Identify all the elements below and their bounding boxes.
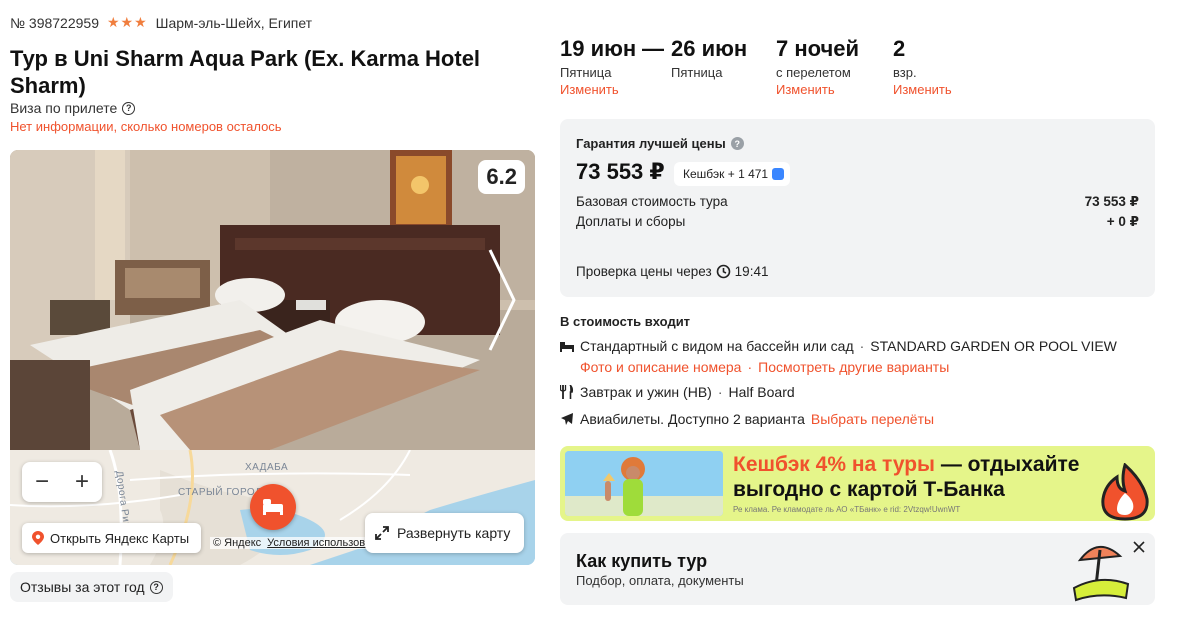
reviews-label: Отзывы за этот год xyxy=(20,579,145,595)
hotel-room-image xyxy=(10,150,535,450)
tour-number: № 398722959 xyxy=(10,14,99,31)
choose-flights-link[interactable]: Выбрать перелёты xyxy=(811,411,934,427)
clock-icon xyxy=(716,264,730,279)
change-nights-link[interactable]: Изменить xyxy=(776,82,893,97)
tourists: 2 взр. Изменить xyxy=(893,36,973,97)
date-to-value: 26 июн xyxy=(671,36,748,61)
change-tourists-link[interactable]: Изменить xyxy=(893,82,973,97)
map-label-khadaba: ХАДАБА xyxy=(245,462,289,473)
airplane-icon xyxy=(561,413,573,425)
base-price-row: Базовая стоимость тура 73 553 ₽ xyxy=(576,194,1139,210)
promo-headline: Кешбэк 4% на туры — отдыхайте выгодно с … xyxy=(733,452,1079,502)
expand-map-label: Развернуть карту xyxy=(397,525,511,541)
room-links: Фото и описание номера · Посмотреть друг… xyxy=(580,359,949,375)
nights-value: 7 ночей xyxy=(776,36,860,61)
expand-icon xyxy=(375,526,389,540)
bed-icon xyxy=(263,499,283,515)
help-icon[interactable]: ? xyxy=(730,137,744,150)
page-title: Тур в Uni Sharm Aqua Park (Ex. Karma Hot… xyxy=(10,46,481,98)
close-icon[interactable] xyxy=(1131,539,1147,555)
date-from-weekday: Пятница xyxy=(560,65,612,80)
promo-headline-rest: — отдыхайте xyxy=(935,453,1080,476)
yandex-copyright: © Яндекс xyxy=(213,537,262,549)
meal-plan-en: Half Board xyxy=(728,384,795,400)
date-dash: — xyxy=(642,36,664,61)
visa-label: Виза по прилете xyxy=(10,100,118,116)
help-icon[interactable]: ? xyxy=(122,101,136,115)
hotel-meta: № 398722959 ★★★ Шарм-эль-Шейх, Египет xyxy=(10,14,312,31)
tour-parameters: 19 июн Пятница Изменить — 26 июн Пятница… xyxy=(560,36,973,97)
base-price-value: 73 553 ₽ xyxy=(1084,194,1139,209)
booking-column: 19 июн Пятница Изменить — 26 июн Пятница… xyxy=(560,0,1155,625)
fees-value: + 0 ₽ xyxy=(1106,214,1139,229)
promo-headline-line2: выгодно с картой Т-Банка xyxy=(733,478,1005,501)
chevron-right-icon[interactable] xyxy=(486,248,520,352)
room-photo-link[interactable]: Фото и описание номера xyxy=(580,359,741,375)
guarantee-label: Гарантия лучшей цены xyxy=(576,136,726,151)
how-to-buy-title: Как купить тур xyxy=(576,551,708,571)
flight-info: Авиабилеты. Доступно 2 варианта Выбрать … xyxy=(560,411,934,427)
meal-info: Завтрак и ужин (HB) · Half Board xyxy=(560,384,795,400)
hotel-photo[interactable] xyxy=(10,150,535,450)
fees-label: Доплаты и сборы xyxy=(576,214,686,229)
help-icon[interactable]: ? xyxy=(149,580,163,594)
best-price-guarantee: Гарантия лучшей цены ? xyxy=(576,136,744,151)
base-price-label: Базовая стоимость тура xyxy=(576,194,728,209)
adults-value: 2 xyxy=(893,36,906,61)
how-to-buy-subtitle: Подбор, оплата, документы xyxy=(576,573,744,588)
cashback-label: Кешбэк + 1 471 xyxy=(683,167,769,181)
map-pin-icon xyxy=(32,531,44,545)
bank-logo-icon xyxy=(772,168,785,180)
map-zoom-controls: − + xyxy=(22,462,102,502)
total-price: 73 553 ₽ xyxy=(576,159,665,184)
date-to: 26 июн Пятница xyxy=(671,36,776,97)
room-info: Стандартный с видом на бассейн или сад ·… xyxy=(560,338,1117,354)
zoom-out-button[interactable]: − xyxy=(22,462,62,502)
date-from-value: 19 июн xyxy=(560,36,637,61)
other-rooms-link[interactable]: Посмотреть другие варианты xyxy=(758,359,949,375)
price-panel: Гарантия лучшей цены ? 73 553 ₽ Кешбэк +… xyxy=(560,119,1155,297)
rating-badge: 6.2 xyxy=(478,160,525,194)
cashback-promo-banner[interactable]: Кешбэк 4% на туры — отдыхайте выгодно с … xyxy=(560,446,1155,521)
price-check-timer: Проверка цены через 19:41 xyxy=(576,264,768,279)
price-check-time: 19:41 xyxy=(734,264,769,279)
date-separator: — xyxy=(642,36,671,97)
hotel-location[interactable]: Шарм-эль-Шейх, Египет xyxy=(156,15,312,31)
cashback-badge[interactable]: Кешбэк + 1 471 xyxy=(674,162,791,186)
hotel-map-pin[interactable] xyxy=(250,484,296,530)
separator-dot: · xyxy=(859,338,865,354)
fork-knife-icon xyxy=(560,385,574,399)
rooms-availability-note: Нет информации, сколько номеров осталось xyxy=(10,119,282,134)
bed-icon xyxy=(560,342,574,352)
change-dates-link[interactable]: Изменить xyxy=(560,82,642,97)
flame-logo-icon xyxy=(1101,463,1149,521)
included-title: В стоимость входит xyxy=(560,314,691,329)
reviews-button[interactable]: Отзывы за этот год ? xyxy=(10,572,173,602)
promo-headline-accent: Кешбэк 4% на туры xyxy=(733,453,935,476)
date-to-weekday: Пятница xyxy=(671,65,723,80)
room-type: Стандартный с видом на бассейн или сад xyxy=(580,338,854,354)
meal-plan: Завтрак и ужин (HB) xyxy=(580,384,712,400)
zoom-in-button[interactable]: + xyxy=(62,462,102,502)
date-from: 19 июн Пятница Изменить xyxy=(560,36,642,97)
expand-map-button[interactable]: Развернуть карту xyxy=(365,513,525,553)
fees-row: Доплаты и сборы + 0 ₽ xyxy=(576,214,1139,230)
adults-note: взр. xyxy=(893,65,917,80)
separator-dot: · xyxy=(747,359,753,375)
woman-with-icecream-image xyxy=(565,451,723,516)
ad-disclaimer: Ре клама. Ре кламодате ль АО «ТБанк» е r… xyxy=(733,505,961,514)
visa-info: Виза по прилете ? xyxy=(10,100,136,116)
open-yandex-maps-label: Открыть Яндекс Карты xyxy=(50,530,190,546)
star-rating: ★★★ xyxy=(106,14,148,30)
flight-availability: Авиабилеты. Доступно 2 варианта xyxy=(580,411,805,427)
how-to-buy-card[interactable]: Как купить тур Подбор, оплата, документы xyxy=(560,533,1155,605)
nights: 7 ночей с перелетом Изменить xyxy=(776,36,893,97)
price-check-label: Проверка цены через xyxy=(576,264,712,279)
nights-note: с перелетом xyxy=(776,65,851,80)
promo-image xyxy=(565,451,723,516)
beach-umbrella-icon xyxy=(1072,546,1130,602)
room-type-en: STANDARD GARDEN OR POOL VIEW xyxy=(870,338,1117,354)
separator-dot: · xyxy=(717,384,723,400)
open-yandex-maps-button[interactable]: Открыть Яндекс Карты xyxy=(22,523,202,553)
